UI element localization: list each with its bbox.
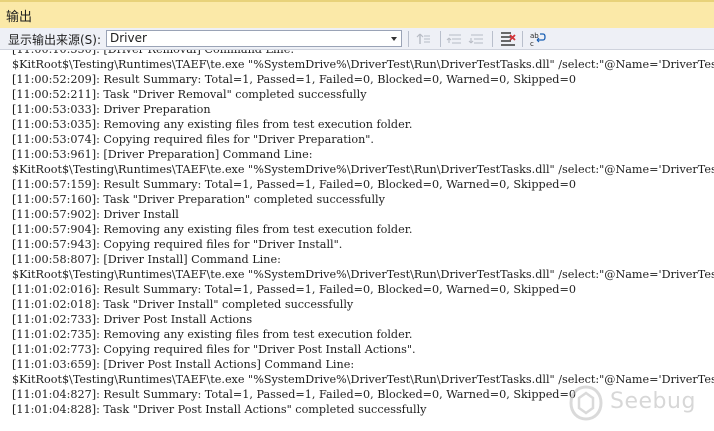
- word-wrap-toggle[interactable]: ab c: [528, 30, 546, 48]
- output-line: [11:00:53:961]: [Driver Preparation] Com…: [12, 148, 313, 161]
- window-title: 输出: [6, 10, 33, 25]
- output-line: [11:00:57:904]: Removing any existing fi…: [12, 223, 413, 236]
- go-to-previous-button[interactable]: [446, 30, 464, 48]
- output-line: [11:00:57:160]: Task "Driver Preparation…: [12, 193, 385, 206]
- output-line: $KitRoot$\Testing\Runtimes\TAEF\te.exe "…: [12, 268, 714, 281]
- output-line: $KitRoot$\Testing\Runtimes\TAEF\te.exe "…: [12, 58, 714, 71]
- svg-text:c: c: [530, 40, 534, 48]
- go-to-previous-icon: [446, 34, 461, 44]
- output-line: [11:00:57:159]: Result Summary: Total=1,…: [12, 178, 576, 191]
- output-line: [11:01:02:735]: Removing any existing fi…: [12, 328, 413, 341]
- clear-all-button[interactable]: [499, 30, 517, 48]
- output-line: [11:00:57:943]: Copying required files f…: [12, 238, 343, 251]
- word-wrap-icon: ab c: [530, 32, 546, 48]
- output-line: [11:01:02:733]: Driver Post Install Acti…: [12, 313, 253, 326]
- output-source-label: 显示输出来源(S):: [8, 33, 102, 47]
- output-source-value: Driver: [110, 31, 147, 45]
- output-line: [11:00:53:033]: Driver Preparation: [12, 103, 211, 116]
- toolbar-separator: [440, 31, 441, 47]
- output-line: [11:01:04:828]: Task "Driver Post Instal…: [12, 403, 427, 416]
- chevron-down-icon: [391, 37, 397, 41]
- output-line: [11:00:52:209]: Result Summary: Total=1,…: [12, 73, 576, 86]
- watermark: Seebug: [566, 383, 706, 423]
- seebug-logo-icon: [569, 385, 603, 421]
- output-text-pane[interactable]: [11:00:10:550]: [Driver Removal] Command…: [0, 50, 714, 431]
- output-line: [11:01:03:659]: [Driver Post Install Act…: [12, 358, 355, 371]
- output-line: [11:01:02:018]: Task "Driver Install" co…: [12, 298, 354, 311]
- go-to-next-icon: [468, 34, 483, 44]
- toolbar-separator: [408, 31, 409, 47]
- go-to-previous-message-icon: [416, 33, 430, 44]
- output-title-bar[interactable]: 输出: [0, 0, 714, 28]
- output-window: 输出 显示输出来源(S): Driver ab c $KitRoot$\Test…: [0, 0, 714, 431]
- output-line: [11:01:02:773]: Copying required files f…: [12, 343, 416, 356]
- toolbar-separator: [492, 31, 493, 47]
- output-line: [11:01:02:016]: Result Summary: Total=1,…: [12, 283, 576, 296]
- output-line: [11:00:53:035]: Removing any existing fi…: [12, 118, 413, 131]
- output-line: [11:00:52:211]: Task "Driver Removal" co…: [12, 88, 367, 101]
- clear-all-icon: [501, 32, 516, 46]
- output-source-dropdown[interactable]: Driver: [106, 30, 402, 47]
- output-line: $KitRoot$\Testing\Runtimes\TAEF\te.exe "…: [12, 163, 714, 176]
- go-to-next-button[interactable]: [468, 30, 486, 48]
- go-to-previous-message-button[interactable]: [416, 30, 434, 48]
- output-line: [11:00:57:902]: Driver Install: [12, 208, 179, 221]
- toolbar-separator: [522, 31, 523, 47]
- output-line: [11:00:53:074]: Copying required files f…: [12, 133, 374, 146]
- output-toolbar: 显示输出来源(S): Driver ab c: [0, 28, 714, 50]
- output-line: [11:00:58:807]: [Driver Install] Command…: [12, 253, 281, 266]
- watermark-text: Seebug: [610, 389, 696, 414]
- output-line: [11:01:04:827]: Result Summary: Total=1,…: [12, 388, 576, 401]
- output-line: [11:00:10:550]: [Driver Removal] Command…: [12, 50, 294, 57]
